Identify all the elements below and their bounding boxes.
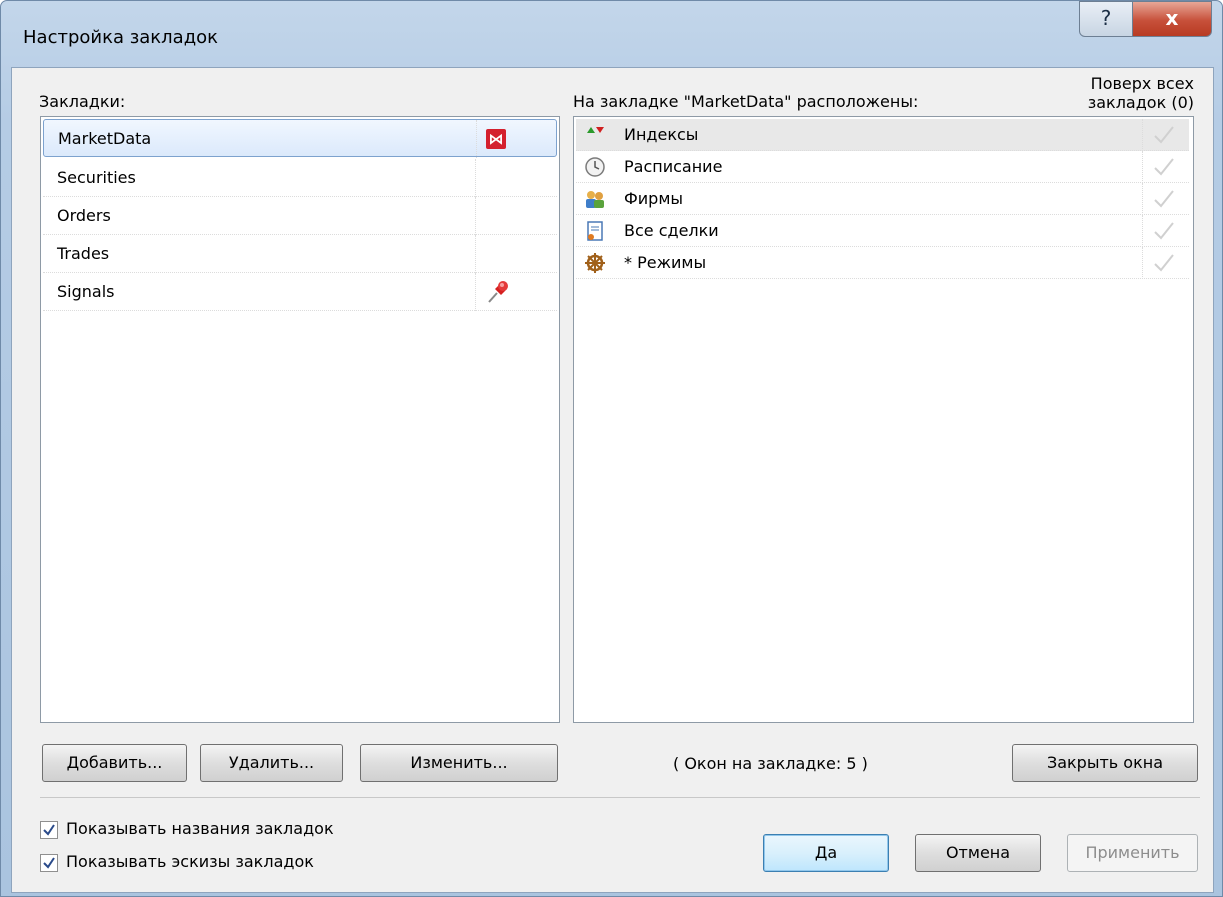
always-on-top-check-icon[interactable]	[1152, 155, 1176, 179]
ok-button[interactable]: Да	[763, 834, 889, 872]
list-item-all-deals[interactable]: Все сделки	[576, 215, 1189, 247]
dialog-title: Настройка закладок	[23, 27, 219, 48]
always-on-top-check-icon[interactable]	[1152, 219, 1176, 243]
dialog-body: Закладки: MarketData ⋈ Securities Orders…	[11, 67, 1214, 893]
list-item-label: Signals	[57, 282, 115, 301]
list-item-label: Orders	[57, 206, 111, 225]
list-item-securities[interactable]: Securities	[43, 159, 557, 197]
always-on-top-header-line1: Поверх всех	[1090, 74, 1194, 93]
moex-logo-icon: ⋈	[486, 129, 506, 149]
tab-content-label: На закладке "MarketData" расположены:	[573, 92, 919, 111]
pushpin-icon	[488, 281, 508, 303]
index-chart-icon	[587, 127, 604, 133]
close-button[interactable]: x	[1132, 1, 1212, 37]
close-icon: x	[1165, 6, 1179, 30]
list-item-signals[interactable]: Signals	[43, 273, 557, 311]
list-item-trades[interactable]: Trades	[43, 235, 557, 273]
add-button[interactable]: Добавить...	[42, 744, 187, 782]
bookmarks-list[interactable]: MarketData ⋈ Securities Orders Trades Si…	[40, 116, 560, 723]
tab-windows-list[interactable]: Индексы Расписание Фирмы Все сделки * Ре…	[573, 116, 1194, 723]
cancel-button[interactable]: Отмена	[915, 834, 1041, 872]
show-thumbnails-label[interactable]: Показывать эскизы закладок	[66, 852, 314, 871]
close-windows-button[interactable]: Закрыть окна	[1012, 744, 1198, 782]
dialog-window: Настройка закладок ? x Закладки: MarketD…	[0, 0, 1223, 897]
show-thumbnails-checkbox[interactable]	[40, 854, 58, 872]
list-item-label: Все сделки	[624, 221, 719, 240]
list-item-label: Securities	[57, 168, 136, 187]
checkmark-icon	[43, 857, 55, 869]
list-item-marketdata[interactable]: MarketData ⋈	[43, 119, 557, 158]
list-item-label: MarketData	[58, 129, 152, 148]
bookmarks-label: Закладки:	[39, 92, 126, 111]
list-item-firms[interactable]: Фирмы	[576, 183, 1189, 215]
checkmark-icon	[43, 824, 55, 836]
deals-document-icon	[587, 221, 603, 241]
window-count-text: ( Окон на закладке: 5 )	[673, 754, 868, 773]
list-item-label: Расписание	[624, 157, 723, 176]
list-item-indices[interactable]: Индексы	[576, 119, 1189, 151]
delete-button[interactable]: Удалить...	[200, 744, 343, 782]
ship-wheel-icon	[585, 253, 605, 273]
list-item-label: Trades	[57, 244, 110, 263]
help-button[interactable]: ?	[1079, 1, 1133, 37]
always-on-top-check-icon[interactable]	[1152, 187, 1176, 211]
help-icon: ?	[1100, 6, 1112, 30]
always-on-top-check-icon[interactable]	[1152, 123, 1176, 147]
show-names-label[interactable]: Показывать названия закладок	[66, 819, 334, 838]
divider	[40, 797, 1200, 798]
always-on-top-check-icon[interactable]	[1152, 251, 1176, 275]
people-icon	[586, 191, 604, 208]
show-names-checkbox[interactable]	[40, 821, 58, 839]
edit-button[interactable]: Изменить...	[360, 744, 558, 782]
always-on-top-header-line2: закладок (0)	[1087, 93, 1194, 112]
list-item-label: Фирмы	[624, 189, 684, 208]
list-item-label: * Режимы	[624, 253, 707, 272]
list-item-modes[interactable]: * Режимы	[576, 247, 1189, 279]
list-item-label: Индексы	[624, 125, 699, 144]
list-item-schedule[interactable]: Расписание	[576, 151, 1189, 183]
clock-icon	[585, 157, 605, 177]
apply-button[interactable]: Применить	[1067, 834, 1198, 872]
list-item-orders[interactable]: Orders	[43, 197, 557, 235]
